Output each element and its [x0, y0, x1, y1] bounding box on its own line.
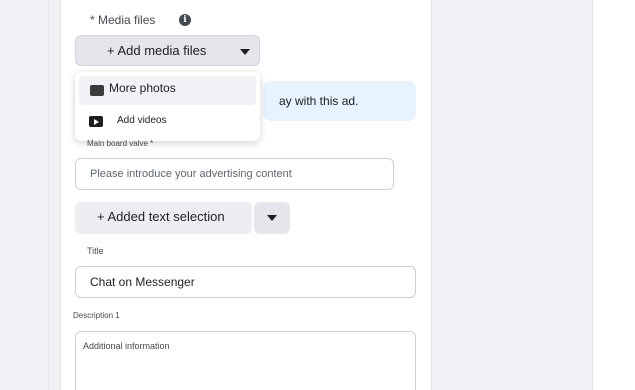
- menu-item-label: Add videos: [117, 115, 167, 126]
- menu-item-more-photos[interactable]: More photos: [79, 76, 256, 105]
- description-placeholder: Additional information: [83, 341, 170, 351]
- add-media-files-button[interactable]: + Add media files: [75, 35, 260, 66]
- ad-content-input[interactable]: Please introduce your advertising conten…: [75, 158, 394, 190]
- menu-item-label: More photos: [109, 81, 176, 95]
- description-label: Description 1: [73, 311, 120, 320]
- video-icon: [89, 116, 103, 127]
- ad-content-placeholder: Please introduce your advertising conten…: [90, 168, 292, 180]
- text-selection-dropdown-button[interactable]: [254, 202, 290, 234]
- added-text-selection-button[interactable]: + Added text selection: [75, 202, 252, 234]
- chevron-down-icon: [267, 215, 277, 221]
- chevron-down-icon: [240, 49, 250, 55]
- added-text-selection-label: + Added text selection: [97, 209, 225, 224]
- info-icon[interactable]: i: [179, 14, 191, 26]
- add-media-files-label: + Add media files: [107, 43, 207, 58]
- main-board-label: Main board valve *: [87, 139, 154, 148]
- description-textarea[interactable]: Additional information: [75, 331, 416, 390]
- photo-icon: [90, 85, 104, 96]
- banner-text: ay with this ad.: [279, 94, 359, 108]
- page-left-gutter: [0, 0, 49, 390]
- right-side-panel: [592, 0, 635, 390]
- title-input[interactable]: Chat on Messenger: [75, 266, 416, 298]
- title-value: Chat on Messenger: [90, 275, 195, 289]
- right-background: [432, 0, 592, 390]
- info-banner: ay with this ad.: [263, 81, 416, 121]
- media-files-label: * Media files: [90, 13, 156, 27]
- menu-item-add-videos[interactable]: Add videos: [79, 109, 256, 137]
- media-dropdown-menu: More photos Add videos: [75, 72, 260, 141]
- title-label: Title: [87, 246, 104, 256]
